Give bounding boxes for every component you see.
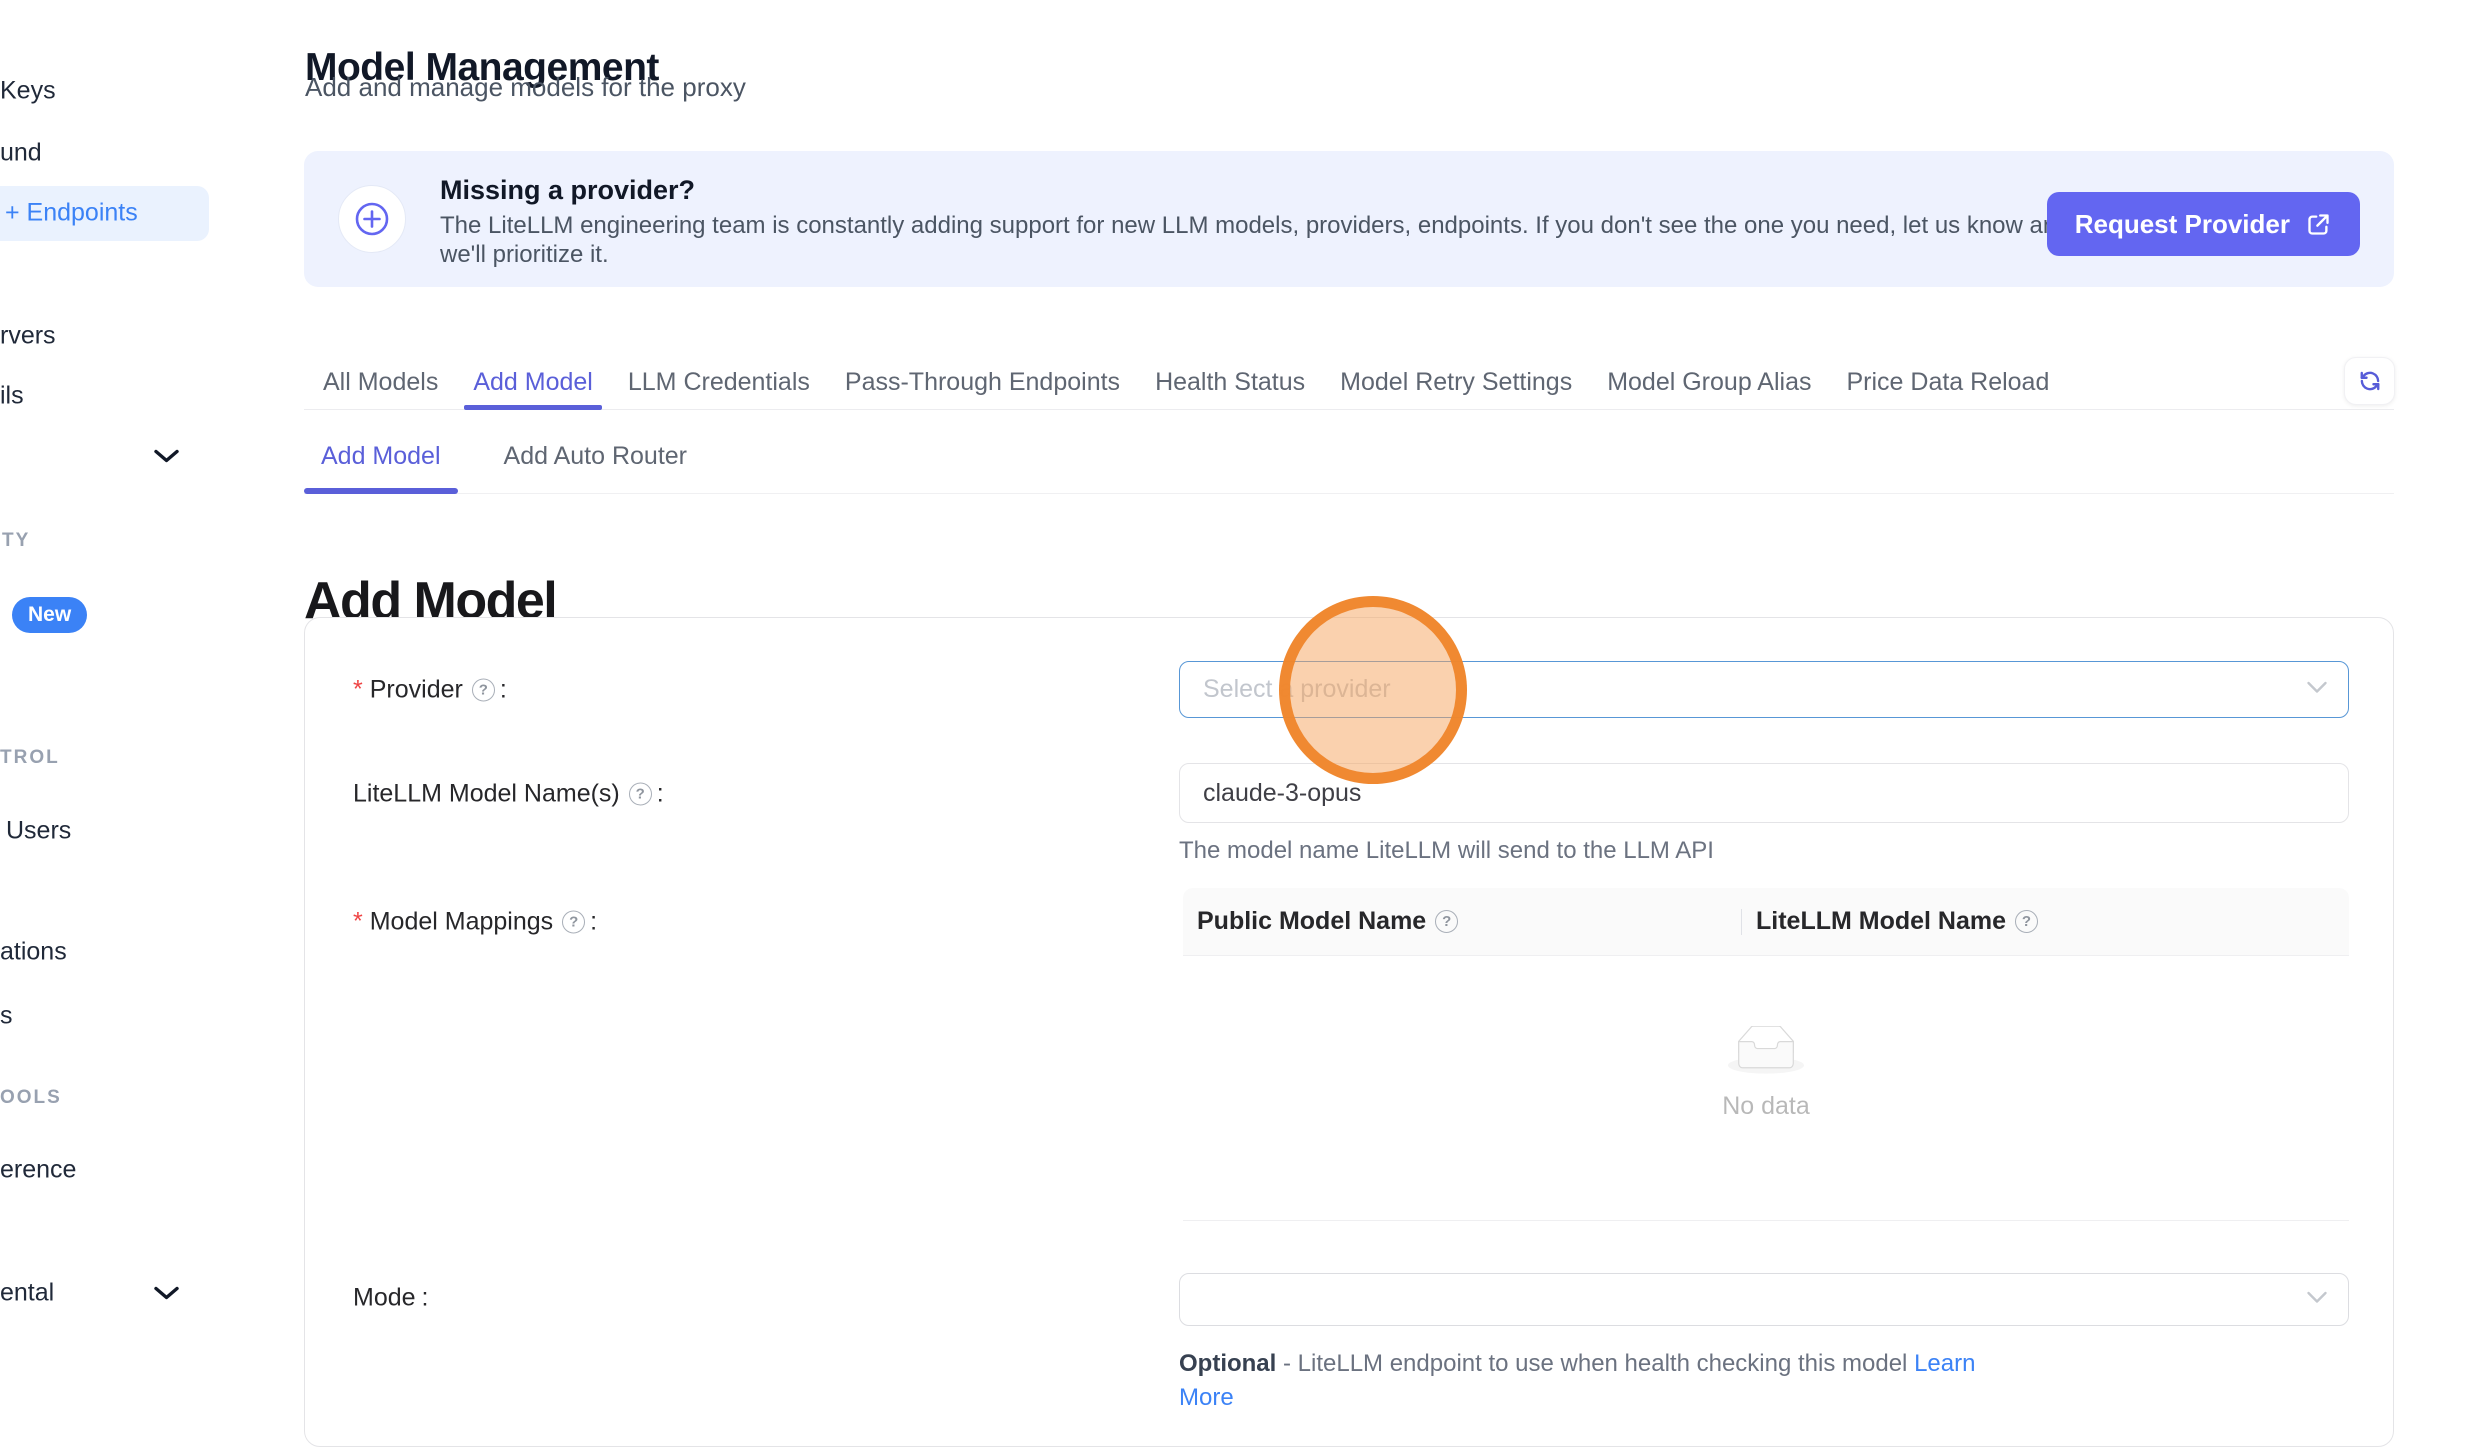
no-data-text: No data [1183, 1092, 2349, 1121]
mode-helper-bold: Optional [1179, 1350, 1276, 1377]
model-name-helper: The model name LiteLLM will send to the … [1179, 837, 1714, 865]
sidebar-section-access-control: TROL [0, 747, 60, 769]
plus-circle-icon [338, 185, 406, 253]
refresh-button[interactable] [2344, 357, 2395, 405]
sidebar-item-guardrails[interactable]: ils [0, 382, 24, 411]
tab-pass-through-endpoints[interactable]: Pass-Through Endpoints [842, 355, 1123, 409]
empty-inbox-icon [1728, 1026, 1804, 1080]
model-name-label: LiteLLM Model Name(s) ? : [353, 780, 664, 809]
column-litellm-model-name: LiteLLM Model Name ? [1741, 907, 2349, 936]
subtab-add-auto-router[interactable]: Add Auto Router [487, 420, 704, 493]
model-tabs: All Models Add Model LLM Credentials Pas… [304, 355, 2394, 410]
banner-body: The LiteLLM engineering team is constant… [440, 211, 2070, 269]
new-badge[interactable]: New [12, 597, 87, 633]
add-model-form-card: * Provider ? : Select a provider LiteLLM… [304, 617, 2394, 1447]
sidebar-item-servers[interactable]: rvers [0, 322, 56, 351]
sidebar-item-experimental[interactable]: ental [0, 1279, 54, 1308]
refresh-icon [2357, 368, 2383, 394]
empty-state: No data [1183, 1026, 2349, 1121]
request-provider-button[interactable]: Request Provider [2047, 192, 2360, 256]
sidebar-section-tools: OOLS [0, 1087, 62, 1109]
model-mappings-label: * Model Mappings ? : [353, 908, 597, 937]
required-mark: * [353, 908, 363, 937]
tab-all-models[interactable]: All Models [320, 355, 441, 409]
sidebar-item-internal-users[interactable]: Users [6, 817, 71, 846]
model-mappings-table: Public Model Name ? LiteLLM Model Name ? [1183, 888, 2349, 1221]
sidebar-item-models-endpoints[interactable]: + Endpoints [5, 199, 138, 228]
tab-model-group-alias[interactable]: Model Group Alias [1604, 355, 1814, 409]
provider-placeholder: Select a provider [1203, 675, 1391, 704]
mode-helper: Optional - LiteLLM endpoint to use when … [1179, 1347, 2349, 1415]
chevron-down-icon [2306, 680, 2328, 699]
help-icon[interactable]: ? [629, 783, 652, 806]
provider-label: * Provider ? : [353, 676, 507, 705]
sidebar-item-teams[interactable]: s [0, 1002, 13, 1031]
external-link-icon [2305, 211, 2332, 238]
add-model-subtabs: Add Model Add Auto Router [304, 410, 2394, 494]
learn-more-link[interactable]: Learn [1914, 1350, 1975, 1377]
learn-more-link-wrap[interactable]: More [1179, 1384, 1234, 1411]
banner-title: Missing a provider? [440, 175, 695, 206]
sidebar-item-playground[interactable]: und [0, 139, 42, 168]
tab-add-model[interactable]: Add Model [470, 355, 596, 409]
sidebar-item-keys[interactable]: Keys [0, 77, 56, 106]
banner-body-line2: we'll prioritize it. [440, 240, 2070, 269]
missing-provider-banner: Missing a provider? The LiteLLM engineer… [304, 151, 2394, 287]
mode-label: Mode : [353, 1284, 429, 1313]
sidebar-section-label: TY [2, 530, 30, 552]
request-provider-label: Request Provider [2075, 209, 2290, 240]
required-mark: * [353, 676, 363, 705]
tab-llm-credentials[interactable]: LLM Credentials [625, 355, 813, 409]
tab-model-retry-settings[interactable]: Model Retry Settings [1337, 355, 1575, 409]
help-icon[interactable]: ? [562, 911, 585, 934]
help-icon[interactable]: ? [472, 679, 495, 702]
table-empty-body: No data [1183, 956, 2349, 1221]
model-name-input[interactable] [1179, 763, 2349, 823]
column-divider [1741, 909, 1742, 935]
sidebar-item-api-reference[interactable]: erence [0, 1156, 76, 1185]
tab-price-data-reload[interactable]: Price Data Reload [1843, 355, 2052, 409]
provider-select[interactable]: Select a provider [1179, 661, 2349, 718]
chevron-down-icon[interactable] [153, 448, 180, 464]
tab-health-status[interactable]: Health Status [1152, 355, 1308, 409]
sidebar-item-organizations[interactable]: ations [0, 938, 67, 967]
chevron-down-icon [2306, 1290, 2328, 1309]
subtab-add-model[interactable]: Add Model [304, 420, 458, 493]
banner-body-line1: The LiteLLM engineering team is constant… [440, 211, 2070, 240]
chevron-down-icon[interactable] [153, 1285, 180, 1301]
table-header-row: Public Model Name ? LiteLLM Model Name ? [1183, 888, 2349, 956]
help-icon[interactable]: ? [2015, 910, 2038, 933]
page-subtitle: Add and manage models for the proxy [305, 72, 746, 103]
mode-select[interactable] [1179, 1273, 2349, 1326]
column-public-model-name: Public Model Name ? [1183, 907, 1741, 936]
help-icon[interactable]: ? [1435, 910, 1458, 933]
sidebar: Keys und + Endpoints rvers ils TY New TR… [0, 0, 240, 1385]
